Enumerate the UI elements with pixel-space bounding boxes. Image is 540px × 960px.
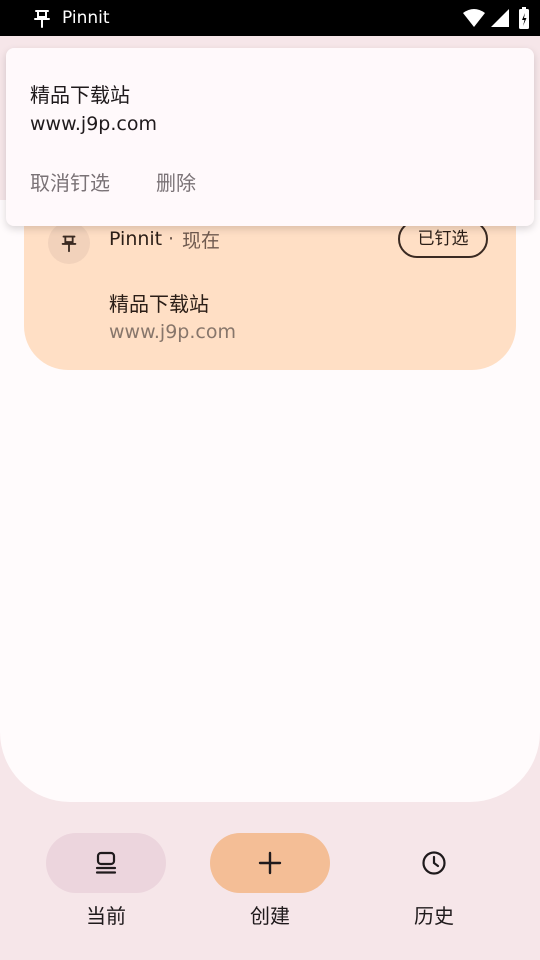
nav-history-label: 历史	[414, 904, 454, 928]
popup-title: 精品下载站	[30, 83, 130, 107]
unpin-button[interactable]: 取消钉选	[30, 171, 110, 195]
plus-icon	[258, 851, 282, 875]
pin-icon	[48, 222, 90, 264]
bottom-navigation: 当前 创建 历史	[0, 802, 540, 960]
card-app-name: Pinnit	[109, 228, 163, 250]
nav-history-button[interactable]	[374, 833, 494, 893]
wifi-icon	[462, 8, 486, 28]
nav-current-label: 当前	[86, 904, 126, 928]
card-time: 现在	[182, 230, 221, 252]
card-title: 精品下载站	[109, 292, 209, 316]
pinned-card[interactable]: Pinnit · 现在 已钉选 精品下载站 www.j9p.com	[24, 204, 516, 370]
battery-icon	[518, 6, 530, 30]
current-list-icon	[95, 851, 117, 874]
nav-current-button[interactable]	[46, 833, 166, 893]
pin-icon	[30, 6, 54, 30]
nav-create-label: 创建	[250, 904, 290, 928]
nav-create-button[interactable]	[210, 833, 330, 893]
card-subtitle: www.j9p.com	[109, 321, 236, 343]
clock-icon	[422, 851, 446, 875]
signal-icon	[490, 8, 510, 28]
card-separator: ·	[168, 228, 175, 250]
notification-popup[interactable]: 精品下载站 www.j9p.com 取消钉选 删除	[6, 48, 534, 226]
status-app-name: Pinnit	[62, 8, 110, 28]
status-bar: Pinnit	[0, 0, 540, 36]
delete-button[interactable]: 删除	[156, 171, 196, 195]
popup-subtitle: www.j9p.com	[30, 113, 157, 135]
